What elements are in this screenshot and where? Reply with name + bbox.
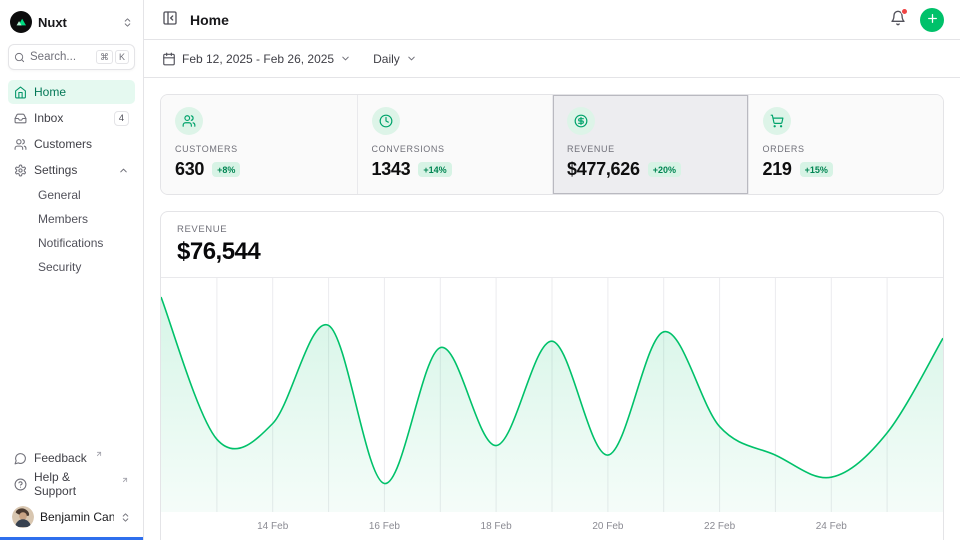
stat-card-conversions[interactable]: CONVERSIONS 1343 +14%	[357, 95, 553, 194]
chart-title: REVENUE	[177, 224, 927, 235]
notification-dot	[901, 8, 908, 15]
external-link-icon	[121, 476, 129, 484]
sidebar: Nuxt Search... ⌘ K Home	[0, 0, 144, 540]
sidebar-item-label: Feedback	[34, 451, 87, 465]
sidebar-toggle-button[interactable]	[160, 8, 180, 31]
nuxt-logo	[10, 11, 32, 33]
stat-label: CONVERSIONS	[372, 144, 539, 154]
sidebar-item-label: Customers	[34, 137, 92, 151]
stat-delta-badge: +20%	[648, 162, 681, 177]
chevrons-up-down-icon	[122, 17, 133, 28]
stat-card-customers[interactable]: CUSTOMERS 630 +8%	[161, 95, 357, 194]
avatar	[12, 506, 34, 528]
revenue-card: REVENUE $76,544 14 Feb 16 Feb 18 Feb 20 Feb…	[160, 211, 944, 540]
content-area: CUSTOMERS 630 +8% CONVERSIONS 1343 +14%	[144, 78, 960, 540]
stat-card-revenue[interactable]: REVENUE $477,626 +20%	[552, 95, 748, 194]
stat-label: REVENUE	[567, 144, 734, 154]
granularity-label: Daily	[373, 52, 400, 66]
calendar-icon	[162, 52, 176, 66]
user-menu[interactable]: Benjamin Canac	[8, 502, 135, 532]
notifications-button[interactable]	[888, 8, 908, 31]
sidebar-item-home[interactable]: Home	[8, 80, 135, 104]
plus-icon	[926, 12, 939, 28]
sidebar-item-label: Help & Support	[34, 470, 113, 498]
stat-value: 630	[175, 159, 204, 180]
home-icon	[14, 86, 27, 99]
sidebar-item-security[interactable]: Security	[8, 256, 135, 278]
svg-text:14 Feb: 14 Feb	[257, 521, 289, 532]
search-shortcut: ⌘ K	[96, 50, 129, 64]
sidebar-nav: Home Inbox 4 Customers Settings	[8, 80, 135, 278]
stat-value: 219	[763, 159, 792, 180]
stat-delta-badge: +15%	[800, 162, 833, 177]
user-name: Benjamin Canac	[40, 510, 114, 524]
header-actions	[888, 8, 944, 32]
clock-icon	[372, 107, 400, 135]
stat-label: ORDERS	[763, 144, 930, 154]
kbd-k: K	[115, 50, 129, 64]
gear-icon	[14, 164, 27, 177]
sidebar-item-label: Settings	[34, 163, 77, 177]
kbd-meta: ⌘	[96, 50, 113, 64]
search-input[interactable]: Search... ⌘ K	[8, 44, 135, 70]
svg-text:24 Feb: 24 Feb	[816, 521, 848, 532]
stat-card-orders[interactable]: ORDERS 219 +15%	[748, 95, 944, 194]
sidebar-item-customers[interactable]: Customers	[8, 132, 135, 156]
revenue-card-header: REVENUE $76,544	[161, 212, 943, 278]
stat-value: $477,626	[567, 159, 640, 180]
sidebar-item-general[interactable]: General	[8, 184, 135, 206]
inbox-count-badge: 4	[114, 111, 129, 126]
revenue-chart[interactable]: 14 Feb 16 Feb 18 Feb 20 Feb 22 Feb 24 Feb	[161, 278, 943, 540]
panel-left-icon	[162, 10, 178, 29]
app-window: Nuxt Search... ⌘ K Home	[0, 0, 960, 540]
page-title: Home	[190, 12, 229, 28]
users-icon	[14, 138, 27, 151]
date-range-button[interactable]: Feb 12, 2025 - Feb 26, 2025	[160, 48, 353, 70]
add-button[interactable]	[920, 8, 944, 32]
inbox-icon	[14, 112, 27, 125]
svg-text:20 Feb: 20 Feb	[592, 521, 624, 532]
workspace-switcher[interactable]: Nuxt	[8, 8, 135, 36]
stat-delta-badge: +8%	[212, 162, 240, 177]
search-placeholder: Search...	[30, 51, 91, 63]
stat-value: 1343	[372, 159, 411, 180]
cart-icon	[763, 107, 791, 135]
date-range-label: Feb 12, 2025 - Feb 26, 2025	[182, 52, 334, 66]
sidebar-item-label: Home	[34, 85, 66, 99]
external-link-icon	[95, 450, 103, 458]
sidebar-item-label: Inbox	[34, 111, 63, 125]
sidebar-item-notifications[interactable]: Notifications	[8, 232, 135, 254]
help-circle-icon	[14, 478, 27, 491]
stat-delta-badge: +14%	[418, 162, 451, 177]
sidebar-item-inbox[interactable]: Inbox 4	[8, 106, 135, 130]
chevrons-up-down-icon	[120, 512, 131, 523]
message-icon	[14, 452, 27, 465]
chevron-down-icon	[340, 53, 351, 64]
svg-text:16 Feb: 16 Feb	[369, 521, 401, 532]
sidebar-footer-nav: Feedback Help & Support	[8, 446, 135, 496]
dollar-circle-icon	[567, 107, 595, 135]
sidebar-item-help-support[interactable]: Help & Support	[8, 472, 135, 496]
sidebar-item-settings[interactable]: Settings	[8, 158, 135, 182]
filter-toolbar: Feb 12, 2025 - Feb 26, 2025 Daily	[144, 40, 960, 78]
svg-text:22 Feb: 22 Feb	[704, 521, 736, 532]
sidebar-spacer	[8, 278, 135, 436]
chart-current-value: $76,544	[177, 238, 927, 266]
main-header: Home	[144, 0, 960, 40]
chevron-down-icon	[406, 53, 417, 64]
users-icon	[175, 107, 203, 135]
granularity-button[interactable]: Daily	[371, 48, 419, 70]
chevron-up-icon	[118, 165, 129, 176]
sidebar-item-feedback[interactable]: Feedback	[8, 446, 135, 470]
stat-label: CUSTOMERS	[175, 144, 343, 154]
workspace-name: Nuxt	[38, 15, 116, 30]
search-icon	[14, 52, 25, 63]
sidebar-item-members[interactable]: Members	[8, 208, 135, 230]
chart-body: 14 Feb 16 Feb 18 Feb 20 Feb 22 Feb 24 Feb	[161, 278, 943, 540]
main-panel: Home Feb 12, 2	[144, 0, 960, 540]
stats-row: CUSTOMERS 630 +8% CONVERSIONS 1343 +14%	[160, 94, 944, 195]
svg-text:18 Feb: 18 Feb	[481, 521, 513, 532]
